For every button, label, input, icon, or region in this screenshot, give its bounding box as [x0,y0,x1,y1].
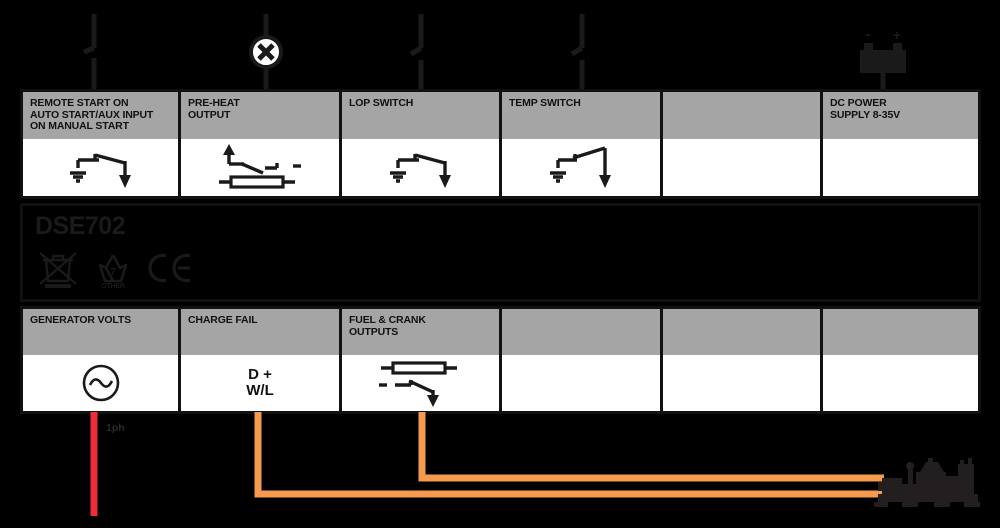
charge-fail-terminal-text: D + W/L [181,355,339,411]
terminal-label: PRE-HEAT OUTPUT [181,92,339,139]
terminal-cell-charge-fail[interactable]: CHARGE FAIL D + W/L [178,306,342,414]
relay-coil-contact-icon [181,139,339,196]
product-name: DSE702 [35,212,126,240]
terminal-label: LOP SWITCH [342,92,499,139]
svg-text:7: 7 [110,267,116,278]
terminal-cell-blank-6[interactable] [820,306,981,414]
terminal-cell-remote-start[interactable]: REMOTE START ON AUTO START/AUX INPUT ON MA… [20,89,181,199]
temp-switch-symbol [566,14,602,92]
ground-switch-output-icon [342,139,499,196]
lop-switch-symbol [405,14,441,92]
terminal-symbol-empty [502,355,660,411]
charge-fail-wire [254,412,884,498]
terminal-symbol-empty [663,139,820,196]
ground-switch-output-icon [23,139,178,196]
wire-harness [90,412,884,516]
svg-text:-: - [866,26,871,43]
fuel-crank-wire [418,412,884,482]
terminal-cell-lop-switch[interactable]: LOP SWITCH [339,89,502,199]
ce-mark-icon [147,252,193,284]
terminal-symbol-empty [663,355,820,411]
terminal-cell-pre-heat[interactable]: PRE-HEAT OUTPUT [178,89,342,199]
terminal-cell-blank-5[interactable] [660,306,823,414]
remote-start-switch-symbol [82,14,118,92]
terminal-cell-temp-switch[interactable]: TEMP SWITCH [499,89,663,199]
terminal-label [663,309,820,355]
compliance-marks: 7 OTHER [37,251,193,290]
wiring-diagram-canvas: - + REMOTE START ON AUTO START/AUX INPUT O… [0,0,1000,528]
terminal-label: DC POWER SUPPLY 8-35V [823,92,978,139]
recycling-other-icon: 7 OTHER [93,251,133,290]
terminal-cell-generator-volts[interactable]: GENERATOR VOLTS [20,306,181,414]
terminal-label: REMOTE START ON AUTO START/AUX INPUT ON MA… [23,92,178,139]
generator-volts-wire-label: 1ph [106,422,125,434]
terminal-label: CHARGE FAIL [181,309,339,355]
generator-set-illustration [872,458,984,518]
pre-heat-lamp-symbol [248,14,284,92]
terminal-label [502,309,660,355]
terminal-label: GENERATOR VOLTS [23,309,178,355]
battery-symbol: - + [855,25,917,93]
terminal-symbol-empty [823,355,978,411]
svg-text:+: + [893,27,901,43]
terminal-symbol-empty [823,139,978,196]
charge-fail-line-2: W/L [246,382,274,399]
product-band: DSE702 7 OTHER [20,203,981,302]
terminal-cell-fuel-crank[interactable]: FUEL & CRANK OUTPUTS [339,306,502,414]
charge-fail-line-1: D + [248,366,272,383]
terminal-cell-blank-4[interactable] [499,306,663,414]
top-terminal-row: REMOTE START ON AUTO START/AUX INPUT ON MA… [20,89,981,199]
relay-contact-output-icon [342,355,499,411]
recycling-caption: OTHER [101,283,125,290]
bottom-terminal-row: GENERATOR VOLTS CHARGE FAIL D + W/L FUEL… [20,306,981,414]
terminal-label: TEMP SWITCH [502,92,660,139]
terminal-label [823,309,978,355]
terminal-label: FUEL & CRANK OUTPUTS [342,309,499,355]
ac-source-icon [23,355,178,411]
terminal-cell-dc-power[interactable]: DC POWER SUPPLY 8-35V [820,89,981,199]
terminal-cell-blank-5[interactable] [660,89,823,199]
ground-switch-output-icon [502,139,660,196]
weee-crossed-bin-icon [37,251,79,289]
terminal-label [663,92,820,139]
